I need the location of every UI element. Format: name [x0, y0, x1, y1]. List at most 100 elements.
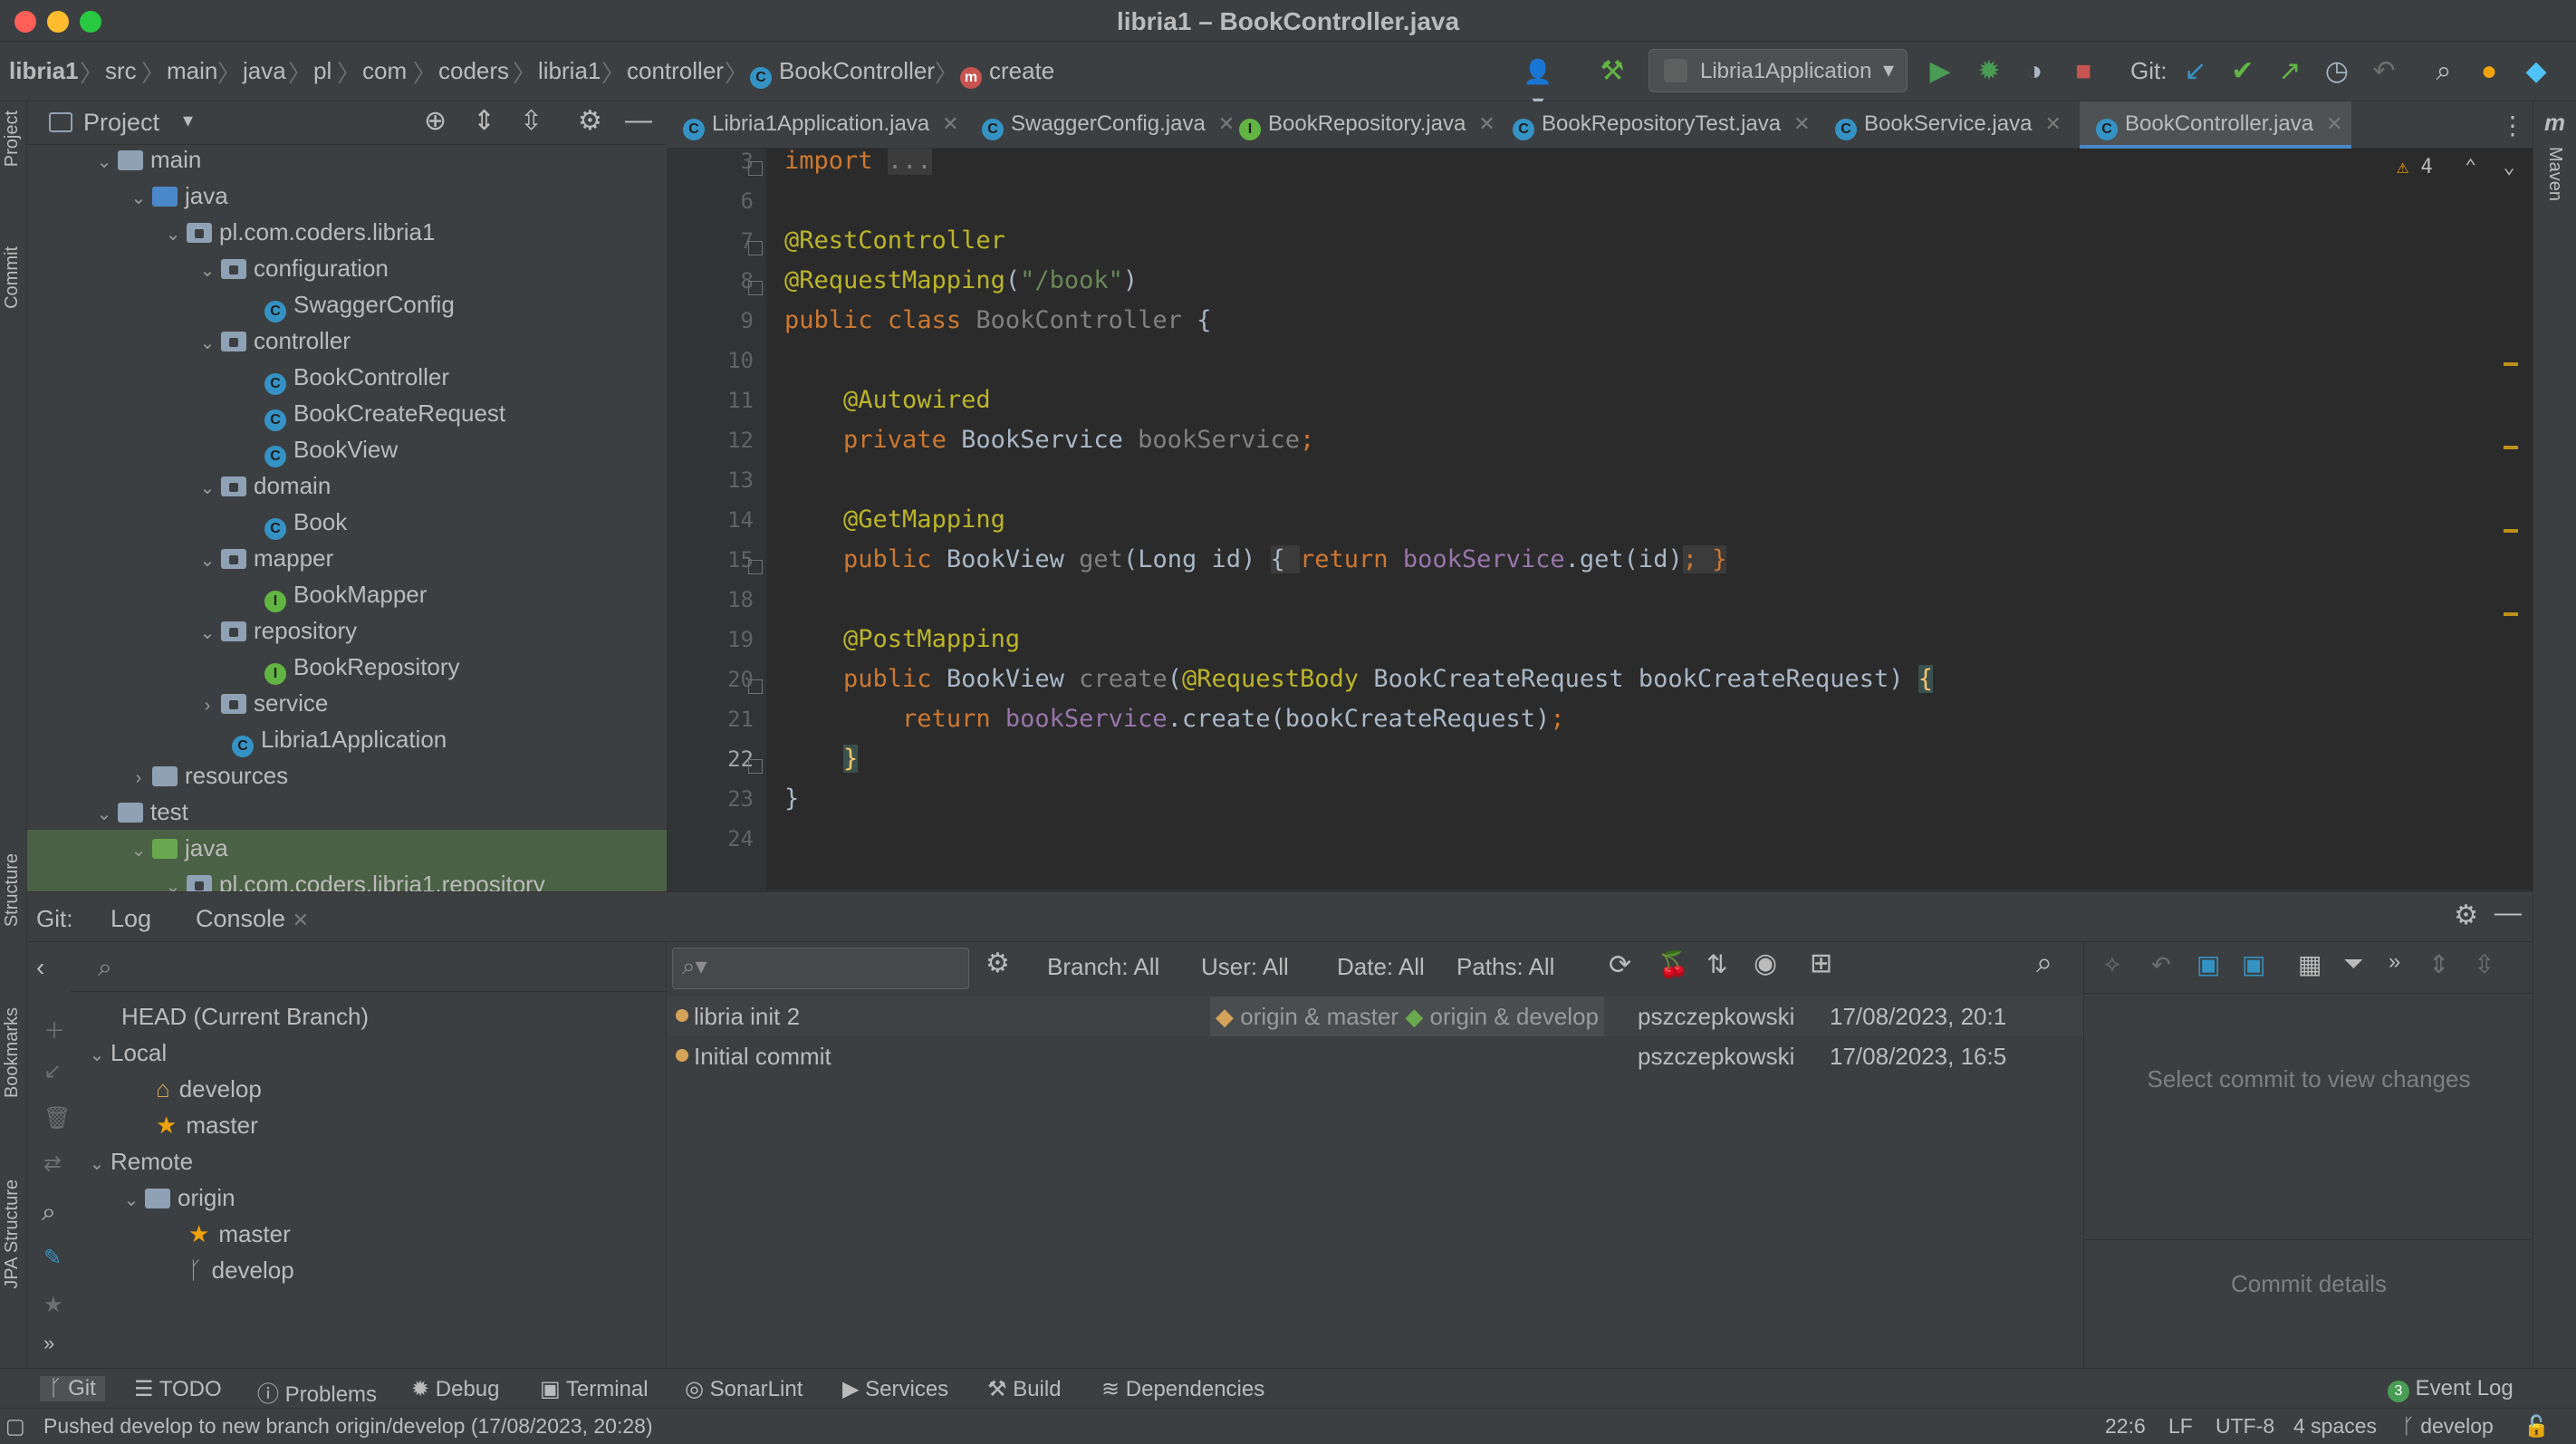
breadcrumb-com[interactable]: com [362, 57, 407, 85]
user-filter[interactable]: User: All [1201, 953, 1289, 981]
breadcrumb-java[interactable]: java [243, 57, 286, 85]
gear-icon[interactable]: ⚙ [578, 105, 602, 137]
updates-icon[interactable]: ● [2473, 56, 2505, 87]
collapse-all-icon[interactable]: ⇳ [2474, 949, 2494, 979]
tool-tab-dependencies[interactable]: ≋ Dependencies [1101, 1376, 1264, 1402]
chevron-down-icon[interactable]: ⌄ [2504, 156, 2515, 178]
show-diff-icon[interactable]: ✧ [2102, 951, 2122, 979]
inspection-widget[interactable]: ⚠ 4 ⌃ ⌄ [2397, 156, 2515, 178]
fold-icon[interactable] [748, 560, 763, 574]
tree-item[interactable]: › resources [125, 757, 289, 794]
tool-tab-terminal[interactable]: ▣ Terminal [540, 1376, 649, 1402]
breadcrumb-method[interactable]: m create [960, 57, 1054, 89]
group-icon[interactable]: ▦ [2298, 949, 2321, 979]
coverage-icon[interactable]: ◑ [2018, 56, 2051, 87]
tree-item[interactable]: ⌄ mapper [194, 540, 334, 576]
line-separator[interactable]: LF [2168, 1414, 2193, 1439]
git-commit-icon[interactable]: ✔ [2226, 56, 2259, 87]
breadcrumb-coders[interactable]: coders [438, 57, 509, 85]
rollback-icon[interactable]: ↶ [2368, 56, 2400, 87]
expand-all-icon[interactable]: ⇕ [473, 105, 495, 137]
tab-log[interactable]: Log [111, 905, 152, 946]
collapse-all-icon[interactable]: ⇳ [520, 105, 543, 137]
locate-icon[interactable]: ⊕ [424, 105, 447, 137]
status-message[interactable]: Pushed develop to new branch origin/deve… [43, 1414, 653, 1439]
tree-item[interactable]: I BookRepository [264, 649, 460, 685]
close-icon[interactable]: ✕ [2326, 112, 2342, 135]
edit-icon[interactable]: ✎ [43, 1245, 62, 1271]
eye-icon[interactable]: ◉ [1754, 948, 1777, 979]
warning-stripe-marker[interactable] [2504, 446, 2518, 449]
branch-group-local[interactable]: ⌄ Local [83, 1035, 168, 1071]
git-branch-widget[interactable]: ᚴ develop [2402, 1414, 2494, 1439]
close-icon[interactable]: ✕ [942, 112, 958, 135]
paths-filter[interactable]: Paths: All [1456, 953, 1554, 981]
breadcrumb-src[interactable]: src [105, 57, 137, 85]
chevron-left-icon[interactable]: ‹ [36, 953, 44, 982]
run-icon[interactable]: ▶ [1924, 56, 1956, 87]
fold-icon[interactable] [748, 759, 763, 774]
commit-row[interactable]: Initial commit pszczepkowski 17/08/2023,… [667, 1036, 2083, 1076]
tree-item[interactable]: ⌄ domain [194, 467, 332, 504]
branch-item[interactable]: ★ master [156, 1107, 258, 1143]
close-icon[interactable]: ✕ [2044, 112, 2061, 135]
tree-item[interactable]: ⌄ repository [194, 612, 358, 649]
delete-icon[interactable]: 🗑 [43, 1105, 71, 1131]
bookmarks-tool-button[interactable]: Bookmarks [2, 1007, 23, 1098]
plugin-icon[interactable]: ◆ [2520, 56, 2552, 87]
tool-tab-debug[interactable]: ✹ Debug [411, 1376, 500, 1402]
tree-item[interactable]: ⌄ test [91, 794, 188, 830]
structure-tool-button[interactable]: Structure [2, 853, 23, 927]
fold-icon[interactable] [748, 281, 763, 295]
indent-setting[interactable]: 4 spaces [2293, 1414, 2377, 1439]
compare-icon[interactable]: ⇄ [43, 1150, 62, 1177]
breadcrumb-main[interactable]: main [167, 57, 217, 85]
warning-stripe-marker[interactable] [2504, 529, 2518, 533]
open-repository-icon[interactable]: ▣ [2196, 949, 2220, 979]
tab-bookrepositorytest[interactable]: C BookRepositoryTest.java ✕ [1496, 101, 1819, 149]
build-hammer-icon[interactable]: ⚒ [1596, 56, 1629, 87]
breadcrumb-libria1[interactable]: libria1 [538, 57, 601, 85]
date-filter[interactable]: Date: All [1337, 953, 1425, 981]
run-configuration-select[interactable]: Libria1Application ▾ [1648, 49, 1908, 92]
filter-icon[interactable]: ⏷ [2343, 949, 2363, 979]
tree-item[interactable]: I BookMapper [264, 576, 427, 612]
tree-item[interactable]: ⌄ pl.com.coders.libria1 [159, 214, 436, 250]
gear-icon[interactable]: ⚙ [2454, 900, 2478, 931]
tool-tab-build[interactable]: ⚒ Build [987, 1376, 1062, 1402]
tree-item[interactable]: ⌄ main [91, 145, 202, 178]
layout-icon[interactable]: ▢ [5, 1414, 25, 1439]
branch-filter[interactable]: Branch: All [1047, 953, 1159, 981]
sort-icon[interactable]: ⇅ [1706, 949, 1727, 979]
breadcrumb-controller[interactable]: controller [627, 57, 724, 85]
more-tabs-icon[interactable]: ⋮ [2500, 111, 2525, 140]
close-icon[interactable]: ✕ [1793, 112, 1810, 135]
breadcrumb-class[interactable]: C BookController [750, 57, 935, 89]
project-tool-button[interactable]: Project [2, 111, 23, 167]
search-everywhere-icon[interactable]: ⌕ [2427, 56, 2460, 87]
close-icon[interactable]: ✕ [293, 909, 309, 931]
branch-item[interactable]: ᚴ develop [188, 1252, 294, 1288]
close-icon[interactable]: ✕ [1478, 112, 1495, 135]
branch-group-origin[interactable]: ⌄ origin [118, 1179, 235, 1216]
tab-console[interactable]: Console ✕ [196, 905, 309, 933]
search-icon[interactable]: ⌕ [2036, 946, 2052, 980]
branch-group-remote[interactable]: ⌄ Remote [83, 1143, 193, 1179]
file-encoding[interactable]: UTF-8 [2216, 1414, 2274, 1439]
warning-stripe-marker[interactable] [2504, 612, 2518, 616]
tool-tab-event-log[interactable]: 3 Event Log [2388, 1376, 2514, 1402]
branch-item[interactable]: ⌂ develop [156, 1071, 262, 1107]
tree-item[interactable]: ⌄ pl.com.coders.libria1.repository [27, 866, 667, 891]
favorite-icon[interactable]: ★ [43, 1292, 63, 1318]
hide-panel-icon[interactable]: — [2494, 898, 2522, 929]
tree-item[interactable]: C BookController [264, 359, 449, 395]
revert-icon[interactable]: ↶ [2151, 951, 2171, 979]
log-search-input[interactable]: ⌕▾ [672, 948, 969, 989]
tree-item[interactable]: › service [194, 685, 329, 721]
chevron-up-icon[interactable]: ⌃ [2465, 156, 2476, 178]
project-view-title[interactable]: Project [83, 109, 159, 137]
tool-tab-sonarlint[interactable]: ◎ SonarLint [685, 1376, 803, 1402]
fold-icon[interactable] [748, 241, 763, 255]
git-push-icon[interactable]: ↗ [2273, 56, 2306, 87]
tab-libria1application[interactable]: C Libria1Application.java ✕ [667, 101, 966, 149]
